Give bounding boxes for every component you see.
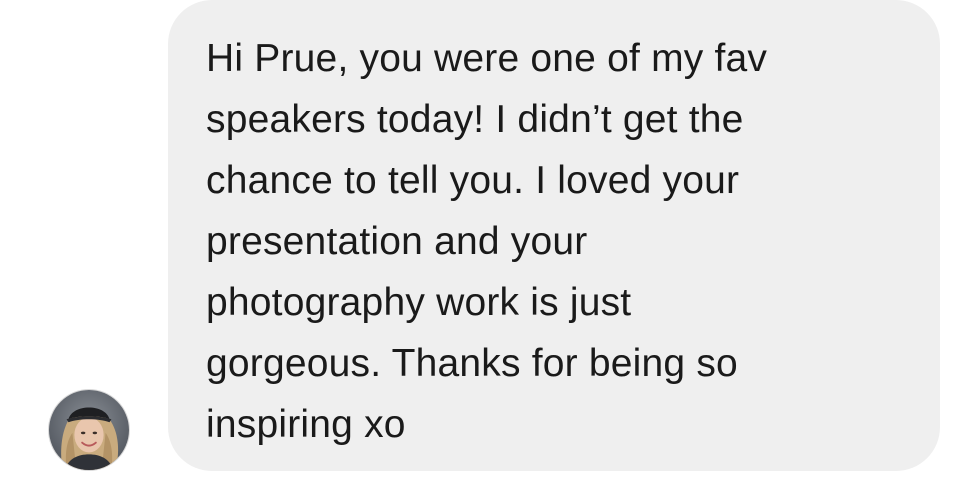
sender-avatar[interactable] — [48, 389, 130, 471]
message-text: Hi Prue, you were one of my fav speakers… — [206, 37, 768, 446]
incoming-message-bubble[interactable]: Hi Prue, you were one of my fav speakers… — [168, 0, 940, 471]
incoming-message-row: Hi Prue, you were one of my fav speakers… — [0, 0, 957, 496]
avatar-photo-icon — [49, 390, 129, 470]
